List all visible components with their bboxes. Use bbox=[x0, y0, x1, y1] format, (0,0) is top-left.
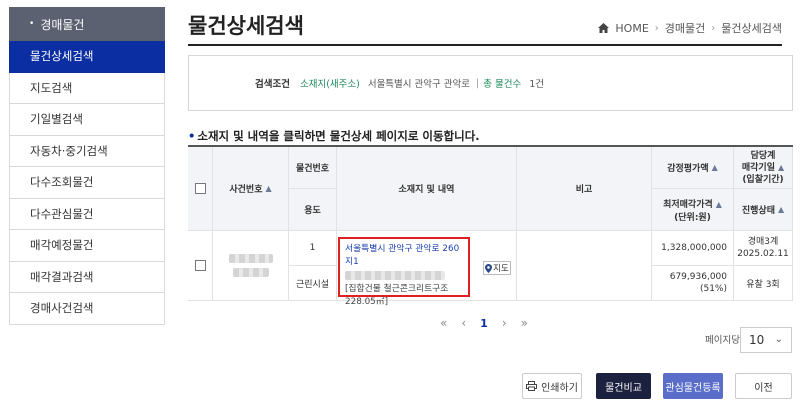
sort-up-icon[interactable]: ▲ bbox=[778, 163, 784, 172]
select-all-checkbox[interactable] bbox=[194, 183, 206, 194]
row-select-cell bbox=[188, 231, 213, 301]
header-appraisal[interactable]: 감정평가액 ▲ bbox=[652, 147, 734, 189]
sidebar: • 경매물건 물건상세검색 지도검색 기일별검색 자동차·중기검색 다수조회물건… bbox=[9, 7, 165, 325]
sidebar-item-vehicle-search[interactable]: 자동차·중기검색 bbox=[9, 135, 165, 167]
sidebar-header-label: 경매물건 bbox=[40, 17, 85, 32]
breadcrumb: HOME › 경매물건 › 물건상세검색 bbox=[598, 20, 782, 36]
usage-cell: 근린시설 bbox=[289, 266, 337, 301]
location-value: 서울특별시 관악구 관악로 bbox=[367, 79, 471, 90]
sale-date-value: 2025.02.11 bbox=[737, 249, 789, 259]
compare-button[interactable]: 물건비교 bbox=[596, 373, 651, 399]
chevron-right-icon: › bbox=[654, 22, 659, 34]
header-address: 소재지 및 내역 bbox=[337, 147, 517, 231]
address-link-box[interactable]: 서울특별시 관악구 관악로 260 지1 [집합건물 철근콘크리트구조 228.… bbox=[338, 237, 470, 307]
header-status-label: 진행상태 bbox=[741, 206, 775, 216]
header-bid-period: (입찰기간) bbox=[742, 174, 784, 185]
header-item-no: 물건번호 bbox=[289, 147, 337, 189]
header-status[interactable]: 진행상태 ▲ bbox=[734, 189, 793, 231]
sidebar-item-most-viewed[interactable]: 다수조회물건 bbox=[9, 167, 165, 199]
sort-up-icon[interactable]: ▲ bbox=[778, 205, 784, 214]
sidebar-item-most-favorited[interactable]: 다수관심물건 bbox=[9, 198, 165, 230]
sidebar-item-map-search[interactable]: 지도검색 bbox=[9, 72, 165, 104]
min-price-cell: 679,936,000 (51%) bbox=[652, 266, 734, 301]
page-title: 물건상세검색 bbox=[188, 14, 304, 38]
chevron-down-icon: ⌄ bbox=[774, 334, 783, 345]
min-price-value: 679,936,000 bbox=[669, 272, 727, 282]
last-page-icon[interactable]: » bbox=[521, 316, 528, 330]
print-button-label: 인쇄하기 bbox=[541, 382, 578, 394]
breadcrumb-home[interactable]: HOME bbox=[615, 22, 648, 35]
sort-up-icon[interactable]: ▲ bbox=[265, 184, 271, 193]
per-page-value: 10 bbox=[749, 333, 765, 347]
sidebar-item-sale-results[interactable]: 매각결과검색 bbox=[9, 261, 165, 293]
header-appraisal-label: 감정평가액 bbox=[667, 164, 709, 174]
remarks-cell bbox=[517, 231, 652, 301]
header-manager-label: 담당계 bbox=[750, 150, 776, 161]
header-min-price-unit: (단위:원) bbox=[674, 212, 711, 223]
notice-label: 소재지 및 내역을 클릭하면 물건상세 페이지로 이동합니다. bbox=[197, 129, 480, 143]
page-number-current[interactable]: 1 bbox=[480, 317, 488, 330]
sidebar-item-scheduled-sales[interactable]: 매각예정물건 bbox=[9, 230, 165, 262]
results-table: 사건번호 ▲ 물건번호 용도 소재지 및 내역 비고 감정평가액 ▲ 최저매각가격 ▲… bbox=[188, 145, 793, 307]
pagination: « ‹ 1 › » bbox=[440, 316, 528, 330]
per-page-label: 페이지당 bbox=[705, 335, 740, 346]
next-page-icon[interactable]: › bbox=[502, 316, 507, 330]
min-price-pct: (51%) bbox=[699, 284, 727, 294]
header-usage: 용도 bbox=[289, 189, 337, 231]
manager-value: 경매3계 bbox=[747, 237, 779, 247]
map-button-label: 지도 bbox=[493, 264, 509, 274]
home-icon bbox=[598, 23, 610, 33]
location-key: 소재지(새주소) bbox=[299, 79, 360, 90]
prev-page-icon[interactable]: ‹ bbox=[461, 316, 466, 330]
count-key: 총 물건수 bbox=[483, 79, 522, 90]
item-no-cell: 1 bbox=[289, 231, 337, 266]
manager-cell: 경매3계 2025.02.11 bbox=[734, 231, 793, 266]
blurred-case-no bbox=[228, 254, 273, 263]
status-cell: 유찰 3회 bbox=[734, 266, 793, 301]
sidebar-item-detail-search[interactable]: 물건상세검색 bbox=[9, 41, 165, 73]
breadcrumb-auction-items[interactable]: 경매물건 bbox=[665, 20, 705, 36]
row-checkbox[interactable] bbox=[194, 260, 206, 271]
address-link[interactable]: 서울특별시 관악구 관악로 260 지1 bbox=[345, 243, 463, 269]
per-page-select[interactable]: 10 ⌄ bbox=[740, 327, 792, 353]
add-favorite-button[interactable]: 관심물건등록 bbox=[663, 373, 723, 399]
divider: | bbox=[476, 77, 480, 89]
header-case-no-label: 사건번호 bbox=[229, 185, 263, 195]
header-manager[interactable]: 담당계 매각기일 ▲ (입찰기간) bbox=[734, 147, 793, 189]
header-sale-date-label: 매각기일 bbox=[741, 162, 775, 173]
appraisal-cell: 1,328,000,000 bbox=[652, 231, 734, 266]
header-case-no[interactable]: 사건번호 ▲ bbox=[213, 147, 289, 231]
header-remarks: 비고 bbox=[517, 147, 652, 231]
chevron-right-icon: › bbox=[711, 22, 716, 34]
header-min-price[interactable]: 최저매각가격 ▲ (단위:원) bbox=[652, 189, 734, 231]
sort-up-icon[interactable]: ▲ bbox=[712, 163, 718, 172]
case-no-cell[interactable] bbox=[213, 231, 289, 301]
printer-icon bbox=[526, 381, 538, 391]
print-button[interactable]: 인쇄하기 bbox=[522, 373, 582, 399]
blurred-case-no bbox=[232, 268, 269, 277]
previous-button[interactable]: 이전 bbox=[735, 373, 792, 399]
count-value: 1건 bbox=[529, 79, 544, 90]
header-divider bbox=[188, 44, 782, 46]
address-description[interactable]: [집합건물 철근콘크리트구조 228.05㎡] bbox=[345, 283, 463, 309]
notice-text: • 소재지 및 내역을 클릭하면 물건상세 페이지로 이동합니다. bbox=[188, 128, 480, 144]
search-condition-label: 검색조건 bbox=[255, 79, 290, 90]
search-condition-box: 검색조건 소재지(새주소) 서울특별시 관악구 관악로 | 총 물건수 1건 bbox=[188, 55, 793, 111]
bullet-icon: • bbox=[29, 19, 35, 29]
sidebar-header: • 경매물건 bbox=[9, 7, 165, 41]
header-min-price-label: 최저매각가격 bbox=[663, 199, 713, 210]
bullet-icon: • bbox=[188, 129, 196, 143]
map-pin-icon bbox=[485, 263, 493, 273]
select-all-cell bbox=[188, 147, 213, 231]
sidebar-item-case-search[interactable]: 경매사건검색 bbox=[9, 293, 165, 325]
breadcrumb-detail-search[interactable]: 물건상세검색 bbox=[721, 20, 782, 36]
blurred-address bbox=[345, 271, 445, 280]
map-button[interactable]: 지도 bbox=[483, 261, 511, 275]
sort-up-icon[interactable]: ▲ bbox=[716, 200, 722, 209]
sidebar-item-date-search[interactable]: 기일별검색 bbox=[9, 104, 165, 136]
first-page-icon[interactable]: « bbox=[440, 316, 447, 330]
